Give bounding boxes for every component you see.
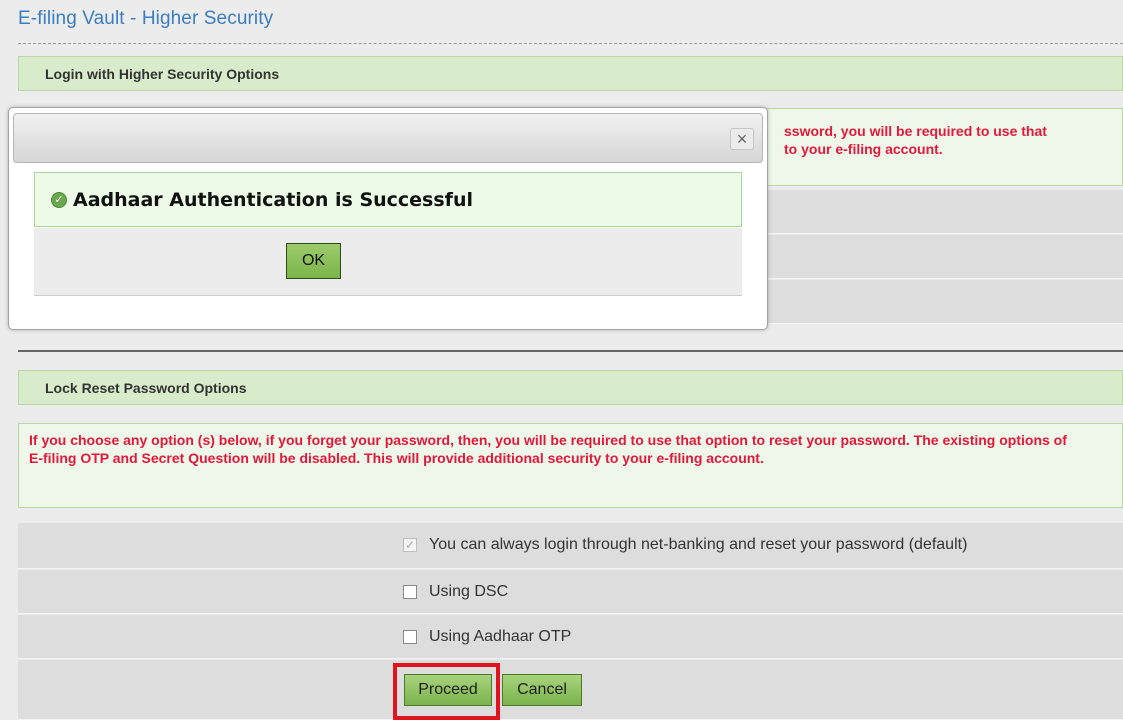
option-dsc[interactable]: Using DSC [403,583,508,601]
option-default: ✓ You can always login through net-banki… [403,536,967,554]
checkbox-aadhaar-otp[interactable] [403,630,417,644]
cancel-button[interactable]: Cancel [502,674,582,706]
option-dsc-label: Using DSC [429,583,509,600]
option-default-label: You can always login through net-banking… [429,536,968,553]
option-row-dsc [18,570,1123,614]
dialog-footer: OK [34,228,742,296]
page-title: E-filing Vault - Higher Security [18,6,1123,44]
success-dialog: × ✓ Aadhaar Authentication is Successful… [8,107,768,330]
checkbox-dsc[interactable] [403,585,417,599]
dialog-message: ✓ Aadhaar Authentication is Successful [34,172,742,227]
dialog-titlebar: × [13,113,763,163]
login-warning-line2: to your e-filing account. [784,141,943,157]
option-aadhaar-otp-label: Using Aadhaar OTP [429,628,572,645]
check-circle-icon: ✓ [51,191,67,208]
dialog-message-text: Aadhaar Authentication is Successful [73,188,473,211]
login-options-header: Login with Higher Security Options [18,56,1123,91]
option-aadhaar-otp[interactable]: Using Aadhaar OTP [403,628,571,646]
reset-options-header: Lock Reset Password Options [18,370,1123,405]
proceed-highlight-box [393,663,500,720]
reset-warning-text: If you choose any option (s) below, if y… [18,423,1123,508]
section-divider [18,350,1123,352]
login-warning-line1: ssword, you will be required to use that [784,123,1047,139]
checkbox-default: ✓ [403,538,417,552]
ok-button[interactable]: OK [286,243,341,279]
close-icon[interactable]: × [730,128,754,150]
